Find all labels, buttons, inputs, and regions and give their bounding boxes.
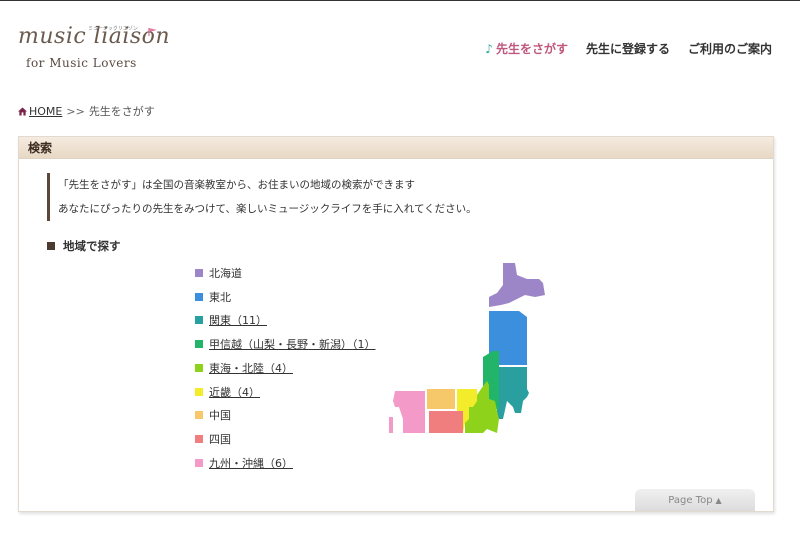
map-region-okinawa[interactable] bbox=[389, 417, 393, 433]
nav-find-teacher[interactable]: ♪ 先生をさがす bbox=[485, 40, 568, 57]
nav-find-teacher-label: 先生をさがす bbox=[495, 42, 568, 56]
region-color-swatch bbox=[195, 316, 203, 325]
panel-title: 検索 bbox=[19, 137, 773, 159]
map-region-shikoku[interactable] bbox=[429, 411, 463, 433]
region-item-tokai-hokuriku[interactable]: 東海・北陸（4） bbox=[195, 356, 376, 380]
arrow-up-icon: ▲ bbox=[715, 495, 722, 505]
region-item-shikoku: 四国 bbox=[195, 427, 376, 451]
map-region-kanto[interactable] bbox=[497, 367, 529, 419]
region-link[interactable]: 関東（11） bbox=[209, 312, 267, 328]
nav-register-teacher[interactable]: 先生に登録する bbox=[586, 40, 670, 57]
logo-kana: ミュージックリエゾン bbox=[88, 26, 138, 32]
flag-icon bbox=[148, 28, 157, 36]
global-nav: ♪ 先生をさがす 先生に登録する ご利用のご案内 bbox=[485, 40, 772, 57]
page-top-label: Page Top bbox=[668, 494, 713, 506]
breadcrumb-separator: >> bbox=[66, 104, 85, 118]
region-color-swatch bbox=[195, 340, 203, 349]
intro-text: 「先生をさがす」は全国の音楽教室から、お住まいの地域の検索ができます あなたにぴ… bbox=[47, 173, 477, 221]
region-label: 東北 bbox=[209, 290, 231, 304]
top-border bbox=[0, 0, 800, 1]
nav-guide-label: ご利用のご案内 bbox=[687, 42, 772, 56]
breadcrumb: HOME >> 先生をさがす bbox=[18, 103, 155, 119]
intro-line-1: 「先生をさがす」は全国の音楽教室から、お住まいの地域の検索ができます bbox=[58, 179, 415, 191]
map-region-chugoku[interactable] bbox=[427, 389, 455, 409]
section-title-label: 地域で探す bbox=[63, 239, 121, 253]
section-title: 地域で探す bbox=[47, 238, 121, 254]
region-color-swatch bbox=[195, 268, 203, 277]
region-color-swatch bbox=[195, 387, 203, 396]
region-color-swatch bbox=[195, 435, 203, 444]
region-color-swatch bbox=[195, 292, 203, 301]
region-label: 四国 bbox=[209, 433, 231, 447]
intro-line-2: あなたにぴったりの先生をみつけて、楽しいミュージックライフを手に入れてください。 bbox=[58, 203, 477, 215]
home-icon bbox=[18, 106, 27, 116]
region-item-kyushu-okinawa[interactable]: 九州・沖縄（6） bbox=[195, 451, 376, 475]
region-link[interactable]: 甲信越（山梨・長野・新潟）（1） bbox=[209, 336, 376, 352]
breadcrumb-home-link[interactable]: HOME bbox=[29, 105, 62, 118]
region-color-swatch bbox=[195, 458, 203, 467]
region-item-tohoku: 東北 bbox=[195, 285, 376, 309]
region-item-chugoku: 中国 bbox=[195, 404, 376, 428]
region-label: 北海道 bbox=[209, 266, 242, 280]
site-logo[interactable]: music liaison ミュージックリエゾン for Music Lover… bbox=[18, 24, 170, 74]
region-color-swatch bbox=[195, 363, 203, 372]
region-item-kanto[interactable]: 関東（11） bbox=[195, 309, 376, 333]
region-link[interactable]: 近畿（4） bbox=[209, 384, 260, 400]
map-region-kyushu[interactable] bbox=[393, 391, 425, 433]
nav-guide[interactable]: ご利用のご案内 bbox=[688, 40, 772, 57]
music-note-icon: ♪ bbox=[485, 41, 493, 56]
region-label: 中国 bbox=[209, 409, 231, 423]
region-list: 北海道 東北 関東（11） 甲信越（山梨・長野・新潟）（1） 東海・北陸（4） … bbox=[195, 261, 376, 475]
region-link[interactable]: 九州・沖縄（6） bbox=[209, 455, 293, 471]
japan-region-map bbox=[389, 263, 545, 433]
map-region-hokkaido[interactable] bbox=[489, 263, 545, 307]
nav-register-teacher-label: 先生に登録する bbox=[585, 42, 670, 56]
square-bullet-icon bbox=[47, 242, 55, 250]
region-link[interactable]: 東海・北陸（4） bbox=[209, 360, 293, 376]
breadcrumb-current: 先生をさがす bbox=[88, 105, 155, 118]
page-top-button[interactable]: Page Top ▲ bbox=[635, 489, 755, 511]
search-panel: 検索 「先生をさがす」は全国の音楽教室から、お住まいの地域の検索ができます あな… bbox=[18, 136, 774, 512]
region-item-kinki[interactable]: 近畿（4） bbox=[195, 380, 376, 404]
region-item-hokkaido: 北海道 bbox=[195, 261, 376, 285]
region-color-swatch bbox=[195, 411, 203, 420]
logo-tagline: for Music Lovers bbox=[26, 56, 137, 70]
region-item-koshinetsu[interactable]: 甲信越（山梨・長野・新潟）（1） bbox=[195, 332, 376, 356]
